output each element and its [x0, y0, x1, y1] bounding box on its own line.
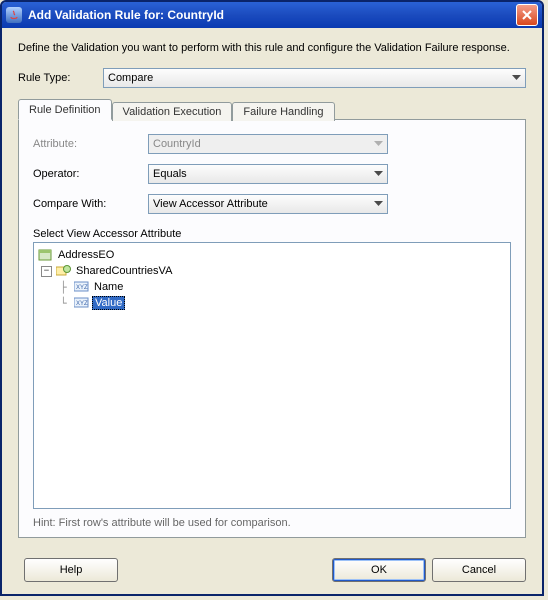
rule-type-dropdown[interactable]: Compare: [103, 68, 526, 88]
tab-failure-handling-label: Failure Handling: [243, 106, 323, 118]
tab-panel-rule-definition: Attribute: CountryId Operator: Equals: [18, 119, 526, 538]
cancel-button-label: Cancel: [462, 564, 496, 576]
rule-type-row: Rule Type: Compare: [18, 68, 526, 88]
dialog-window: Add Validation Rule for: CountryId Defin…: [0, 0, 544, 596]
chevron-down-icon: [512, 75, 521, 81]
tree-connector-icon: └: [60, 297, 74, 310]
ok-button[interactable]: OK: [332, 558, 426, 582]
tab-failure-handling[interactable]: Failure Handling: [232, 102, 334, 121]
compare-with-dropdown[interactable]: View Accessor Attribute: [148, 194, 388, 214]
tree-node-root-label: AddressEO: [56, 249, 116, 261]
tab-rule-definition[interactable]: Rule Definition: [18, 99, 112, 120]
attribute-value: CountryId: [153, 138, 201, 150]
cancel-button[interactable]: Cancel: [432, 558, 526, 582]
tree-connector-icon: ├: [60, 281, 74, 294]
window-title: Add Validation Rule for: CountryId: [28, 8, 516, 22]
chevron-down-icon: [374, 141, 383, 147]
dialog-body: Define the Validation you want to perfor…: [2, 28, 542, 548]
tab-validation-execution-label: Validation Execution: [123, 106, 222, 118]
operator-label: Operator:: [33, 168, 148, 180]
svg-text:XYZ: XYZ: [76, 301, 88, 307]
java-app-icon: [6, 7, 22, 23]
hint-text: Hint: First row's attribute will be used…: [33, 517, 511, 529]
attribute-icon: XYZ: [74, 280, 90, 294]
help-button-label: Help: [60, 564, 83, 576]
tab-bar: Rule Definition Validation Execution Fai…: [18, 98, 526, 120]
compare-with-row: Compare With: View Accessor Attribute: [33, 194, 511, 214]
ok-button-label: OK: [371, 564, 387, 576]
chevron-down-icon: [374, 201, 383, 207]
operator-row: Operator: Equals: [33, 164, 511, 184]
tab-validation-execution[interactable]: Validation Execution: [112, 102, 233, 121]
tree-node-attr-value-label: Value: [92, 296, 125, 310]
tree-node-attr-name-label: Name: [92, 281, 125, 293]
close-icon: [522, 10, 532, 20]
attribute-icon: XYZ: [74, 296, 90, 310]
tree-node-va-label: SharedCountriesVA: [74, 265, 174, 277]
dialog-footer: Help OK Cancel: [2, 548, 542, 594]
operator-value: Equals: [153, 168, 187, 180]
rule-type-label: Rule Type:: [18, 72, 103, 84]
attribute-dropdown: CountryId: [148, 134, 388, 154]
tree-node-va[interactable]: − SharedCountriesVA: [38, 263, 506, 279]
compare-with-value: View Accessor Attribute: [153, 198, 268, 210]
help-button[interactable]: Help: [24, 558, 118, 582]
intro-text: Define the Validation you want to perfor…: [18, 42, 526, 54]
rule-type-value: Compare: [108, 72, 153, 84]
attribute-label: Attribute:: [33, 138, 148, 150]
compare-with-label: Compare With:: [33, 198, 148, 210]
tree-node-attr-name[interactable]: ├ XYZ Name: [38, 279, 506, 295]
collapse-toggle[interactable]: −: [41, 266, 52, 277]
entity-object-icon: [38, 248, 54, 262]
attribute-row: Attribute: CountryId: [33, 134, 511, 154]
tree-node-attr-value[interactable]: └ XYZ Value: [38, 295, 506, 311]
close-button[interactable]: [516, 4, 538, 26]
view-accessor-icon: [56, 264, 72, 278]
svg-text:XYZ: XYZ: [76, 285, 88, 291]
accessor-tree[interactable]: AddressEO − SharedCountriesVA ├ XYZ: [33, 242, 511, 509]
tree-node-root[interactable]: AddressEO: [38, 247, 506, 263]
title-bar[interactable]: Add Validation Rule for: CountryId: [2, 2, 542, 28]
operator-dropdown[interactable]: Equals: [148, 164, 388, 184]
tree-heading: Select View Accessor Attribute: [33, 228, 511, 240]
tab-rule-definition-label: Rule Definition: [29, 104, 101, 116]
chevron-down-icon: [374, 171, 383, 177]
